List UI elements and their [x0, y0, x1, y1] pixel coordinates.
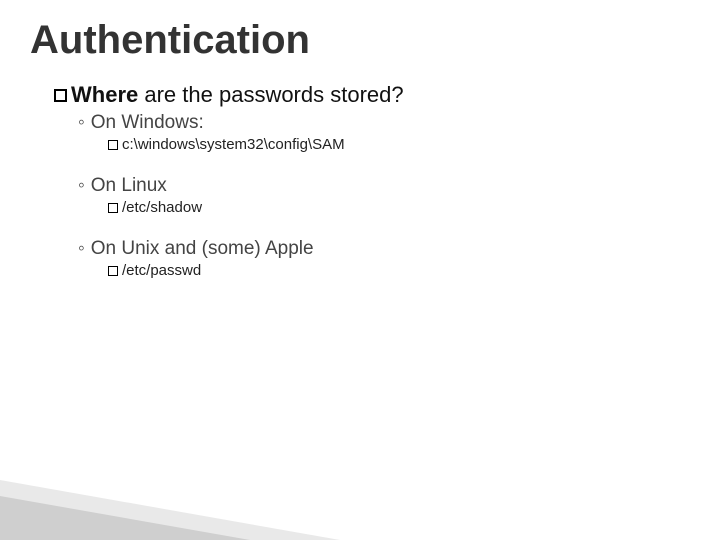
sub-bullet-windows: ◦ On Windows: — [78, 112, 690, 134]
question-rest: are the passwords stored? — [138, 82, 403, 107]
sub-bullet-label: On Windows: — [91, 112, 204, 133]
path-windows: c:\windows\system32\config\SAM — [108, 136, 690, 153]
slide-body: Where are the passwords stored? ◦ On Wind… — [54, 81, 690, 279]
question-lead: Where — [71, 82, 138, 107]
ring-bullet-icon: ◦ — [78, 238, 85, 260]
open-square-icon — [54, 89, 67, 102]
path-text: c:\windows\system32\config\SAM — [122, 136, 345, 153]
sub-bullet-label: On Linux — [91, 175, 167, 196]
ring-bullet-icon: ◦ — [78, 175, 85, 197]
sub-bullet-unix: ◦ On Unix and (some) Apple — [78, 238, 690, 260]
sub-bullet-linux: ◦ On Linux — [78, 175, 690, 197]
sub-bullet-label: On Unix and (some) Apple — [91, 238, 314, 259]
slide: Authentication Where are the passwords s… — [0, 0, 720, 540]
path-unix: /etc/passwd — [108, 262, 690, 279]
ring-bullet-icon: ◦ — [78, 112, 85, 134]
bullet-question: Where are the passwords stored? — [54, 81, 690, 108]
path-text: /etc/shadow — [122, 199, 202, 216]
slide-title: Authentication — [30, 18, 690, 63]
open-square-icon — [108, 266, 118, 276]
open-square-icon — [108, 203, 118, 213]
open-square-icon — [108, 140, 118, 150]
path-text: /etc/passwd — [122, 262, 201, 279]
decorative-wedge-dark — [0, 496, 250, 540]
path-linux: /etc/shadow — [108, 199, 690, 216]
